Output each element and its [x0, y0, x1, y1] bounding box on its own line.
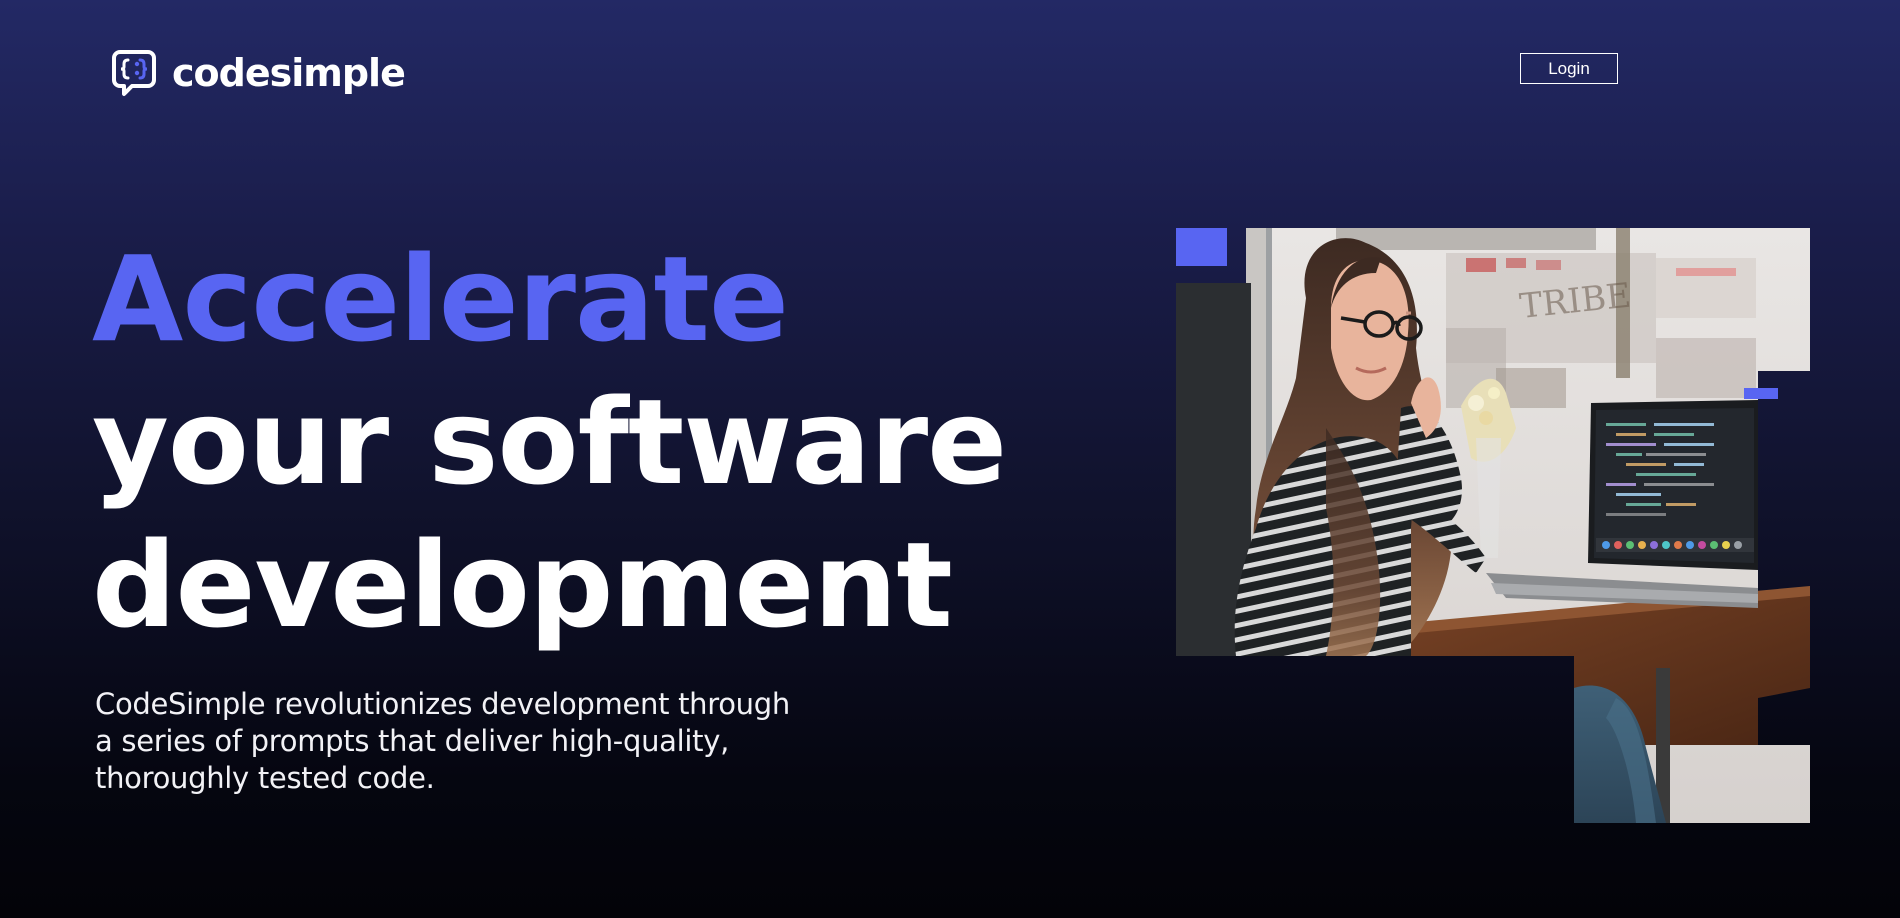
headline-accent-line: Accelerate: [92, 230, 789, 368]
woman-with-laptop-photo: TRIBE: [1176, 228, 1810, 823]
code-chat-bubble-icon: [112, 50, 156, 96]
headline-line-3: development: [92, 516, 953, 654]
accent-bar: [1744, 388, 1778, 399]
hero-headline: Accelerate your software development: [92, 228, 1007, 657]
brand-name: codesimple: [172, 51, 406, 95]
accent-square: [1176, 228, 1227, 266]
hero-description: CodeSimple revolutionizes development th…: [95, 687, 790, 795]
login-button[interactable]: Login: [1520, 53, 1618, 84]
brand-logo[interactable]: codesimple: [110, 48, 406, 98]
headline-line-2: your software: [92, 373, 1007, 511]
